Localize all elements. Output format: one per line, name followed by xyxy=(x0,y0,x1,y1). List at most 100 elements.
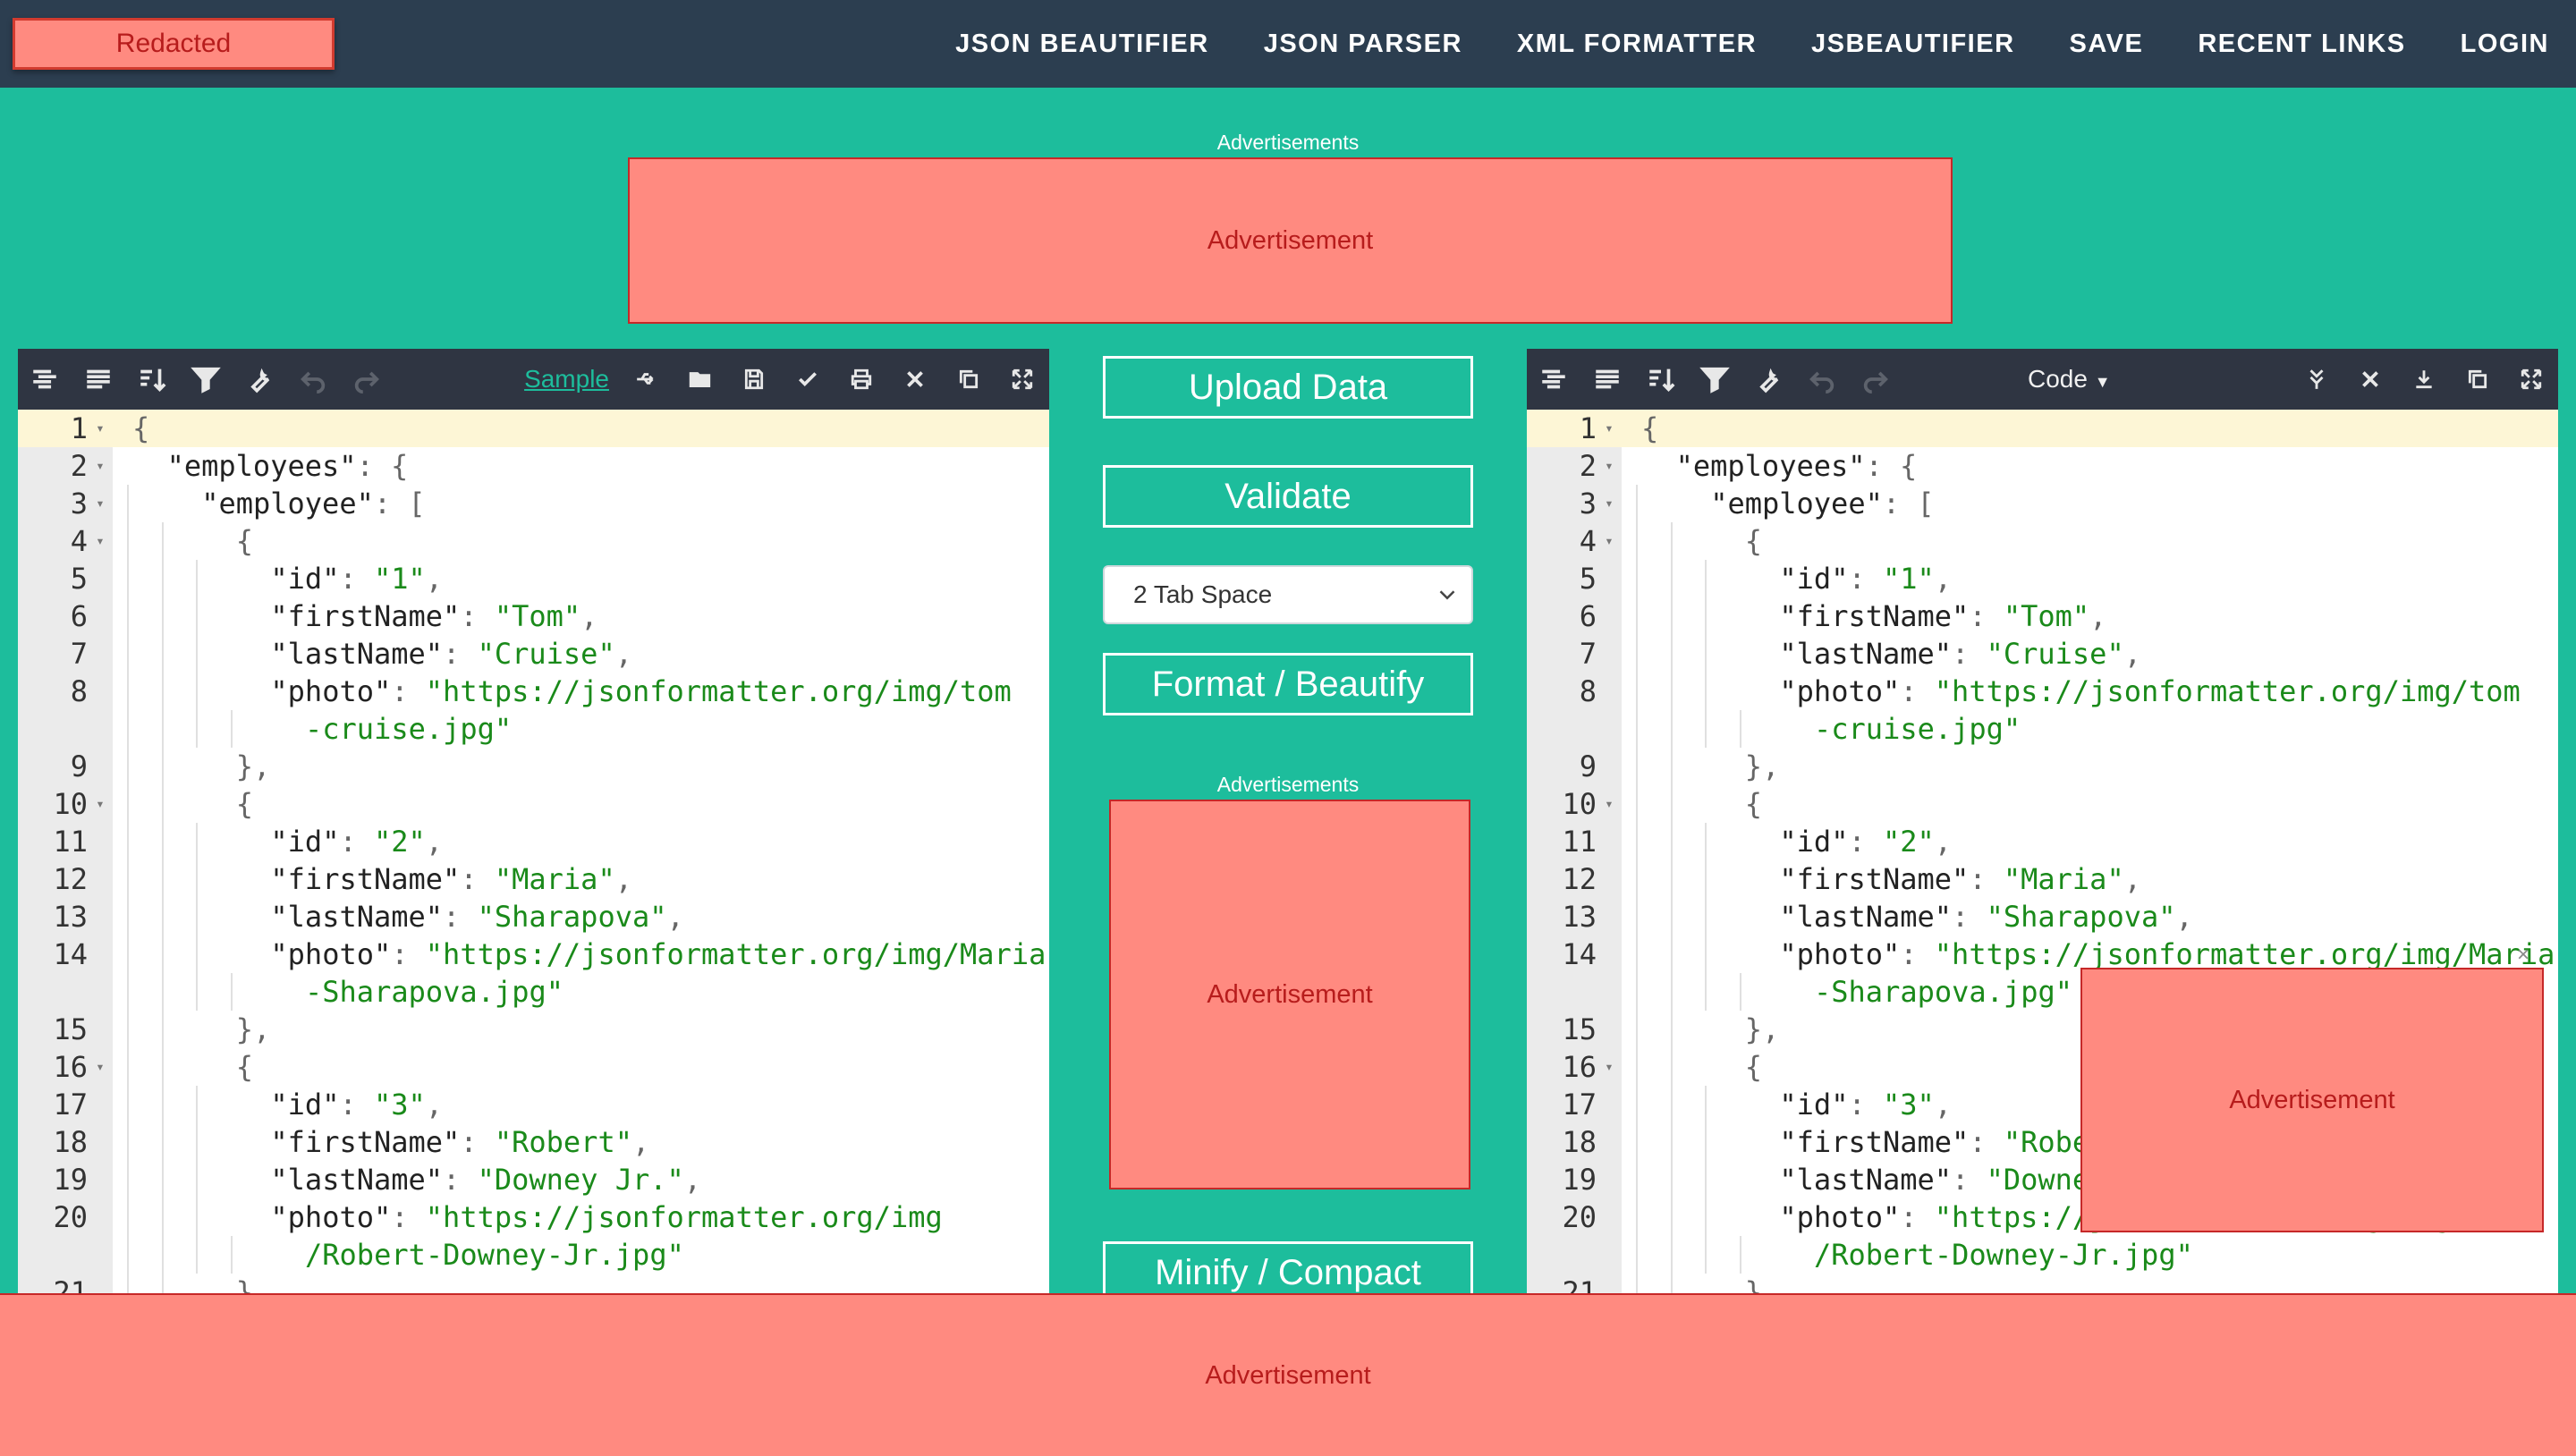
nav-link-recent-links[interactable]: RECENT LINKS xyxy=(2198,30,2405,59)
code-line[interactable]: 10 ▾ { xyxy=(1527,785,2558,823)
sort-icon[interactable] xyxy=(125,349,179,410)
clear-close-icon[interactable] xyxy=(2343,349,2397,410)
code-line[interactable]: 16 ▾ { xyxy=(18,1048,1049,1086)
code-line[interactable]: 19 "lastName": "Downey Jr.", xyxy=(18,1161,1049,1198)
nav-link-xml-formatter[interactable]: XML FORMATTER xyxy=(1517,30,1757,59)
fold-arrow-icon[interactable]: ▾ xyxy=(1600,410,1618,447)
ad-box-middle[interactable]: Advertisement xyxy=(1109,800,1470,1189)
code-line[interactable]: 8 "photo": "https://jsonformatter.org/img… xyxy=(1527,673,2558,710)
code-line[interactable]: 6 "firstName": "Tom", xyxy=(18,597,1049,635)
validate-button[interactable]: Validate xyxy=(1103,465,1473,528)
download-icon[interactable] xyxy=(2397,349,2451,410)
fold-arrow-icon[interactable]: ▾ xyxy=(91,1048,109,1086)
fold-arrow-icon[interactable]: ▾ xyxy=(91,785,109,823)
ad-banner-top[interactable]: Advertisement xyxy=(628,157,1953,324)
code-line[interactable]: 2 ▾ "employees": { xyxy=(1527,447,2558,485)
fold-arrow-icon[interactable]: ▾ xyxy=(91,447,109,485)
code-line[interactable]: 4 ▾ { xyxy=(1527,522,2558,560)
clear-close-icon[interactable] xyxy=(888,349,942,410)
code-line[interactable]: 13 "lastName": "Sharapova", xyxy=(1527,898,2558,935)
ad-close-icon[interactable]: × xyxy=(2517,943,2529,968)
format-align-icon[interactable] xyxy=(1527,349,1580,410)
code-line[interactable]: -cruise.jpg" xyxy=(18,710,1049,748)
nav-link-json-parser[interactable]: JSON PARSER xyxy=(1264,30,1462,59)
code-line[interactable]: 3 ▾ "employee": [ xyxy=(1527,485,2558,522)
nav-link-login[interactable]: LOGIN xyxy=(2461,30,2549,59)
collapse-all-icon[interactable] xyxy=(2290,349,2343,410)
redo-icon[interactable] xyxy=(340,349,394,410)
code-line[interactable]: 4 ▾ { xyxy=(18,522,1049,560)
fold-arrow-icon[interactable]: ▾ xyxy=(1600,785,1618,823)
ad-overlay-right[interactable]: Advertisement xyxy=(2080,968,2544,1232)
fullscreen-icon[interactable] xyxy=(2504,349,2558,410)
code-line[interactable]: 15}, xyxy=(18,1011,1049,1048)
code-line[interactable]: 5 "id": "1", xyxy=(18,560,1049,597)
fold-arrow-icon[interactable]: ▾ xyxy=(91,522,109,560)
code-line[interactable]: 7 "lastName": "Cruise", xyxy=(1527,635,2558,673)
usb-load-icon[interactable] xyxy=(620,349,674,410)
input-code-area[interactable]: 1 ▾{2 ▾ "employees": {3 ▾ "employee": [4 ▾{5 "i… xyxy=(18,410,1049,1293)
fold-arrow-icon[interactable]: ▾ xyxy=(1600,1048,1618,1086)
code-line[interactable]: 2 ▾ "employees": { xyxy=(18,447,1049,485)
code-line[interactable]: 12 "firstName": "Maria", xyxy=(1527,860,2558,898)
code-line[interactable]: 20 "photo": "https://jsonformatter.org/im… xyxy=(18,1198,1049,1236)
code-line[interactable]: 9}, xyxy=(1527,748,2558,785)
code-line[interactable]: 5 "id": "1", xyxy=(1527,560,2558,597)
compact-align-icon[interactable] xyxy=(72,349,125,410)
view-mode-dropdown[interactable]: Code ▼ xyxy=(2028,365,2111,394)
code-line[interactable]: 17 "id": "3", xyxy=(18,1086,1049,1123)
code-line[interactable]: 3 ▾ "employee": [ xyxy=(18,485,1049,522)
sample-link[interactable]: Sample xyxy=(524,365,609,394)
code-line[interactable]: 8 "photo": "https://jsonformatter.org/img… xyxy=(18,673,1049,710)
code-line[interactable]: 14 "photo": "https://jsonformatter.org/im… xyxy=(18,935,1049,973)
sort-icon[interactable] xyxy=(1634,349,1688,410)
code-line[interactable]: 9}, xyxy=(18,748,1049,785)
undo-icon[interactable] xyxy=(286,349,340,410)
print-icon[interactable] xyxy=(835,349,888,410)
filter-icon[interactable] xyxy=(179,349,233,410)
site-logo[interactable]: Redacted xyxy=(13,18,335,70)
open-folder-icon[interactable] xyxy=(674,349,727,410)
code-line[interactable]: 21} xyxy=(1527,1274,2558,1293)
copy-icon[interactable] xyxy=(942,349,996,410)
code-line[interactable]: 18 "firstName": "Robert", xyxy=(18,1123,1049,1161)
copy-icon[interactable] xyxy=(2451,349,2504,410)
fullscreen-icon[interactable] xyxy=(996,349,1049,410)
nav-link-jsbeautifier[interactable]: JSBEAUTIFIER xyxy=(1811,30,2014,59)
code-line[interactable]: 10 ▾ { xyxy=(18,785,1049,823)
code-line[interactable]: 11 "id": "2", xyxy=(18,823,1049,860)
code-line[interactable]: 12 "firstName": "Maria", xyxy=(18,860,1049,898)
code-line[interactable]: 21} xyxy=(18,1274,1049,1293)
format-align-icon[interactable] xyxy=(18,349,72,410)
code-line[interactable]: /Robert-Downey-Jr.jpg" xyxy=(18,1236,1049,1274)
fold-arrow-icon[interactable]: ▾ xyxy=(91,410,109,447)
compact-align-icon[interactable] xyxy=(1580,349,1634,410)
repair-wrench-icon[interactable] xyxy=(233,349,286,410)
code-line[interactable]: -cruise.jpg" xyxy=(1527,710,2558,748)
code-line[interactable]: 11 "id": "2", xyxy=(1527,823,2558,860)
code-line[interactable]: /Robert-Downey-Jr.jpg" xyxy=(1527,1236,2558,1274)
format-beautify-button[interactable]: Format / Beautify xyxy=(1103,653,1473,715)
fold-arrow-icon[interactable]: ▾ xyxy=(1600,522,1618,560)
code-line[interactable]: 1 ▾ { xyxy=(1527,410,2558,447)
repair-wrench-icon[interactable] xyxy=(1741,349,1795,410)
fold-arrow-icon[interactable]: ▾ xyxy=(91,485,109,522)
validate-check-icon[interactable] xyxy=(781,349,835,410)
code-line[interactable]: 6 "firstName": "Tom", xyxy=(1527,597,2558,635)
indent-select[interactable]: 2 Tab Space xyxy=(1103,565,1473,624)
undo-icon[interactable] xyxy=(1795,349,1849,410)
redo-icon[interactable] xyxy=(1849,349,1902,410)
code-line[interactable]: 7 "lastName": "Cruise", xyxy=(18,635,1049,673)
code-line[interactable]: -Sharapova.jpg" xyxy=(18,973,1049,1011)
filter-icon[interactable] xyxy=(1688,349,1741,410)
fold-arrow-icon[interactable]: ▾ xyxy=(1600,447,1618,485)
code-line[interactable]: 1 ▾ { xyxy=(18,410,1049,447)
save-icon[interactable] xyxy=(727,349,781,410)
nav-link-save[interactable]: SAVE xyxy=(2070,30,2144,59)
code-line[interactable]: 13 "lastName": "Sharapova", xyxy=(18,898,1049,935)
line-number: 8 xyxy=(1579,674,1597,708)
upload-data-button[interactable]: Upload Data xyxy=(1103,356,1473,419)
nav-link-json-beautifier[interactable]: JSON BEAUTIFIER xyxy=(955,30,1209,59)
ad-banner-bottom[interactable]: Advertisement xyxy=(0,1293,2576,1456)
fold-arrow-icon[interactable]: ▾ xyxy=(1600,485,1618,522)
